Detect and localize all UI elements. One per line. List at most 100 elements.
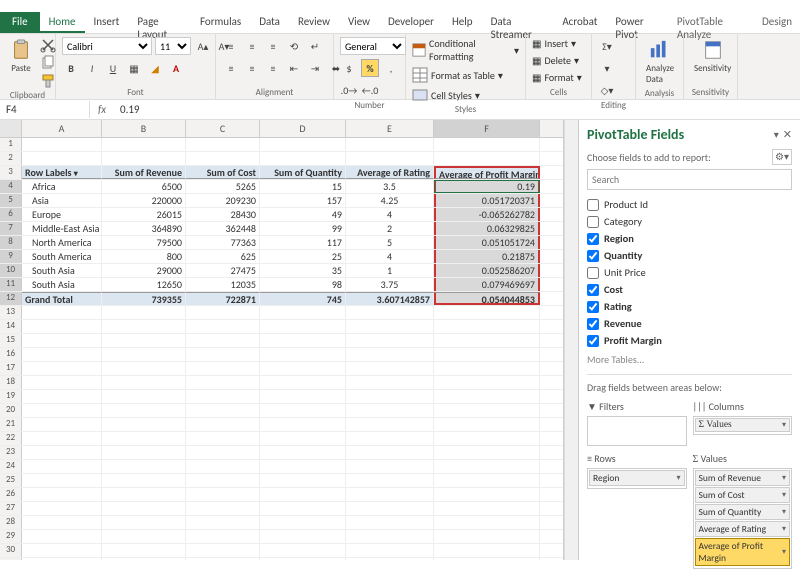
row-header[interactable]: 1 — [0, 138, 22, 151]
cell[interactable] — [186, 460, 260, 473]
fill-color-button[interactable]: ◢ — [146, 59, 164, 77]
cell[interactable] — [186, 446, 260, 459]
values-item[interactable]: Sum of Cost▾ — [695, 487, 791, 503]
cell[interactable]: 77363 — [186, 236, 260, 249]
cell[interactable] — [102, 418, 186, 431]
tab-acrobat[interactable]: Acrobat — [553, 12, 606, 33]
cell[interactable] — [22, 474, 102, 487]
cell[interactable] — [102, 152, 186, 165]
comma-style-icon[interactable]: , — [382, 59, 400, 77]
row-header[interactable]: 12 — [0, 292, 22, 305]
cell[interactable] — [346, 334, 434, 347]
field-checkbox[interactable] — [587, 216, 599, 228]
cell[interactable]: 3.5 — [346, 180, 434, 193]
cell[interactable] — [434, 138, 540, 151]
cell[interactable] — [186, 404, 260, 417]
values-item[interactable]: Sum of Quantity▾ — [695, 504, 791, 520]
cell[interactable]: 0.052586207 — [434, 264, 540, 277]
cell[interactable] — [22, 418, 102, 431]
row-header[interactable]: 26 — [0, 488, 22, 501]
cell[interactable] — [434, 152, 540, 165]
align-top-icon[interactable]: ≡ — [222, 37, 240, 55]
col-header-c[interactable]: C — [186, 120, 260, 137]
format-cells-button[interactable]: ▦ Format ▾ — [532, 71, 582, 84]
field-quantity[interactable]: Quantity — [587, 247, 792, 264]
cell[interactable] — [22, 334, 102, 347]
cell[interactable] — [434, 516, 540, 529]
cell[interactable] — [186, 362, 260, 375]
cell[interactable] — [260, 306, 346, 319]
cell[interactable] — [260, 488, 346, 501]
cell[interactable] — [434, 474, 540, 487]
indent-inc-icon[interactable]: ⇥ — [306, 59, 324, 77]
cell[interactable]: 26015 — [102, 208, 186, 221]
cell[interactable] — [22, 348, 102, 361]
cell[interactable]: Europe — [22, 208, 102, 221]
cell[interactable]: 0.051051724 — [434, 236, 540, 249]
row-header[interactable]: 25 — [0, 474, 22, 487]
row-header[interactable]: 16 — [0, 348, 22, 361]
align-bottom-icon[interactable]: ≡ — [264, 37, 282, 55]
cell[interactable]: 1 — [346, 264, 434, 277]
fields-search-input[interactable] — [587, 169, 792, 190]
tab-pivot-analyze[interactable]: PivotTable Analyze — [669, 12, 754, 33]
vertical-scrollbar[interactable] — [564, 120, 578, 560]
cell[interactable]: 4.25 — [346, 194, 434, 207]
cell[interactable] — [22, 544, 102, 557]
cell[interactable] — [22, 516, 102, 529]
cell[interactable]: 625 — [186, 250, 260, 263]
field-cost[interactable]: Cost — [587, 281, 792, 298]
font-color-button[interactable]: A — [167, 59, 185, 77]
align-left-icon[interactable]: ≡ — [222, 59, 240, 77]
cell[interactable] — [102, 320, 186, 333]
cell[interactable] — [260, 530, 346, 543]
cell[interactable]: Sum of Revenue — [102, 166, 186, 179]
cell[interactable] — [434, 306, 540, 319]
cell[interactable] — [186, 516, 260, 529]
cell[interactable] — [346, 530, 434, 543]
underline-button[interactable]: U — [104, 59, 122, 77]
row-header[interactable]: 7 — [0, 222, 22, 235]
cell[interactable]: 5265 — [186, 180, 260, 193]
decrease-decimal-icon[interactable]: ←.0 — [361, 81, 379, 99]
cell[interactable] — [346, 138, 434, 151]
cell[interactable]: Asia — [22, 194, 102, 207]
cell[interactable] — [102, 460, 186, 473]
cell[interactable]: Middle-East Asia — [22, 222, 102, 235]
format-painter-icon[interactable] — [40, 73, 56, 89]
field-product-id[interactable]: Product Id — [587, 196, 792, 213]
cell[interactable] — [260, 362, 346, 375]
cell[interactable]: 4 — [346, 250, 434, 263]
cell[interactable] — [186, 432, 260, 445]
cell[interactable] — [102, 474, 186, 487]
row-header[interactable]: 14 — [0, 320, 22, 333]
row-header[interactable]: 22 — [0, 432, 22, 445]
copy-icon[interactable] — [40, 55, 56, 71]
cell[interactable]: Sum of Cost — [186, 166, 260, 179]
autosum-icon[interactable]: Σ▾ — [598, 37, 616, 55]
row-header[interactable]: 28 — [0, 516, 22, 529]
cell[interactable]: 0.21875 — [434, 250, 540, 263]
cell[interactable] — [186, 390, 260, 403]
cell[interactable]: 3.75 — [346, 278, 434, 291]
cell[interactable] — [22, 432, 102, 445]
cell[interactable]: 99 — [260, 222, 346, 235]
cell[interactable] — [346, 432, 434, 445]
tab-page-layout[interactable]: Page Layout — [128, 12, 191, 33]
cell[interactable] — [434, 446, 540, 459]
number-format-select[interactable]: General — [340, 37, 406, 55]
cell[interactable] — [186, 502, 260, 515]
border-button[interactable]: ▦ — [125, 59, 143, 77]
cell[interactable] — [102, 432, 186, 445]
cell[interactable]: 28430 — [186, 208, 260, 221]
cell[interactable] — [186, 138, 260, 151]
field-checkbox[interactable] — [587, 284, 599, 296]
cell[interactable] — [186, 544, 260, 557]
cell[interactable] — [260, 390, 346, 403]
cell[interactable] — [22, 376, 102, 389]
cell[interactable] — [102, 544, 186, 557]
values-item[interactable]: Average of Profit Margin▾ — [695, 538, 791, 566]
cell[interactable] — [260, 446, 346, 459]
cell[interactable] — [22, 390, 102, 403]
cell[interactable] — [260, 544, 346, 557]
